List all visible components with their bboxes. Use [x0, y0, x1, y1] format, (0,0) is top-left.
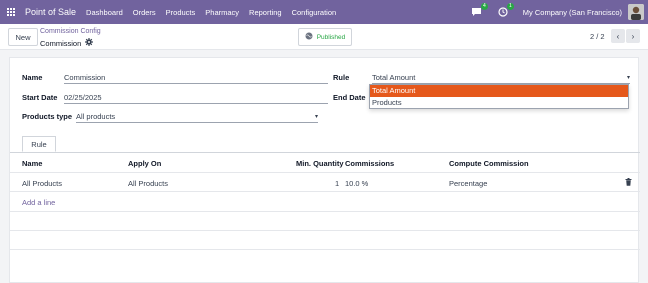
- name-value: Commission: [64, 73, 106, 82]
- breadcrumb-current: Commission: [40, 38, 82, 48]
- start-date-value: 02/25/2025: [64, 93, 102, 102]
- dropdown-option-products[interactable]: Products: [370, 97, 628, 109]
- activities-badge: 1: [507, 3, 514, 10]
- menu-reporting[interactable]: Reporting: [249, 8, 282, 17]
- name-field[interactable]: Commission: [64, 72, 328, 84]
- rule-label: Rule: [333, 73, 350, 82]
- menu-orders[interactable]: Orders: [133, 8, 156, 17]
- published-status-button[interactable]: Published: [298, 28, 352, 46]
- messages-badge: 4: [481, 3, 488, 10]
- activities-icon[interactable]: 1: [497, 3, 514, 18]
- menu-pharmacy[interactable]: Pharmacy: [205, 8, 239, 17]
- name-label: Name: [22, 73, 43, 82]
- column-header-compute-commission[interactable]: Compute Commission: [449, 159, 529, 168]
- row-commissions: 10.0 %: [345, 179, 369, 188]
- pager-next-button[interactable]: ›: [626, 29, 640, 43]
- row-min-quantity: 1: [335, 179, 340, 188]
- chevron-left-icon: ‹: [616, 31, 620, 41]
- navbar-systray: 4 1 My Company (San Francisco): [471, 0, 648, 24]
- header-divider: [10, 172, 640, 173]
- row-divider: [10, 249, 640, 250]
- tab-divider: [10, 152, 640, 153]
- menu-dashboard[interactable]: Dashboard: [86, 8, 123, 17]
- end-date-label: End Date: [333, 93, 366, 102]
- menu-products[interactable]: Products: [166, 8, 196, 17]
- chevron-right-icon: ›: [631, 31, 635, 41]
- rule-value: Total Amount: [372, 73, 416, 82]
- column-header-commissions[interactable]: Commissions: [345, 159, 394, 168]
- row-apply-on: All Products: [128, 179, 169, 188]
- products-type-label: Products type: [22, 112, 73, 121]
- gear-icon[interactable]: [85, 38, 94, 48]
- row-name: All Products: [22, 179, 63, 188]
- pager-value[interactable]: 2 / 2: [590, 32, 605, 41]
- company-switcher[interactable]: My Company (San Francisco): [523, 8, 622, 17]
- tab-rule[interactable]: Rule: [22, 136, 56, 152]
- row-divider: [10, 211, 640, 212]
- top-navbar: Point of Sale Dashboard Orders Products …: [0, 0, 648, 24]
- add-line-link[interactable]: Add a line: [22, 198, 55, 207]
- start-date-label: Start Date: [22, 93, 58, 102]
- trash-icon[interactable]: [625, 178, 632, 188]
- row-divider: [10, 230, 640, 231]
- column-header-min-quantity[interactable]: Min. Quantity: [296, 159, 344, 168]
- caret-down-icon: ▾: [314, 114, 318, 120]
- breadcrumb: Commission: [40, 38, 94, 48]
- column-header-apply-on[interactable]: Apply On: [128, 159, 161, 168]
- messages-icon[interactable]: 4: [471, 3, 488, 18]
- globe-icon: [305, 32, 313, 42]
- row-compute: Percentage: [449, 179, 488, 188]
- rule-select[interactable]: Total Amount ▾: [372, 72, 630, 84]
- products-type-select[interactable]: All products ▾: [76, 111, 318, 123]
- status-label: Published: [316, 33, 346, 41]
- caret-down-icon: ▾: [626, 75, 630, 81]
- row-divider: [10, 191, 640, 192]
- menu-configuration[interactable]: Configuration: [292, 8, 337, 17]
- user-avatar[interactable]: [628, 4, 644, 20]
- app-brand[interactable]: Point of Sale: [25, 7, 76, 17]
- new-button[interactable]: New: [8, 28, 38, 46]
- breadcrumb-parent[interactable]: Commission Config: [40, 28, 101, 35]
- control-panel: New Commission Config Commission Publish…: [0, 24, 648, 50]
- apps-menu-icon[interactable]: [0, 0, 22, 24]
- start-date-field[interactable]: 02/25/2025: [64, 92, 328, 104]
- column-header-name[interactable]: Name: [22, 159, 42, 168]
- pager-previous-button[interactable]: ‹: [611, 29, 625, 43]
- products-type-value: All products: [76, 112, 116, 121]
- rule-dropdown-menu: Total Amount Products: [369, 84, 629, 109]
- dropdown-option-total-amount[interactable]: Total Amount: [370, 85, 628, 97]
